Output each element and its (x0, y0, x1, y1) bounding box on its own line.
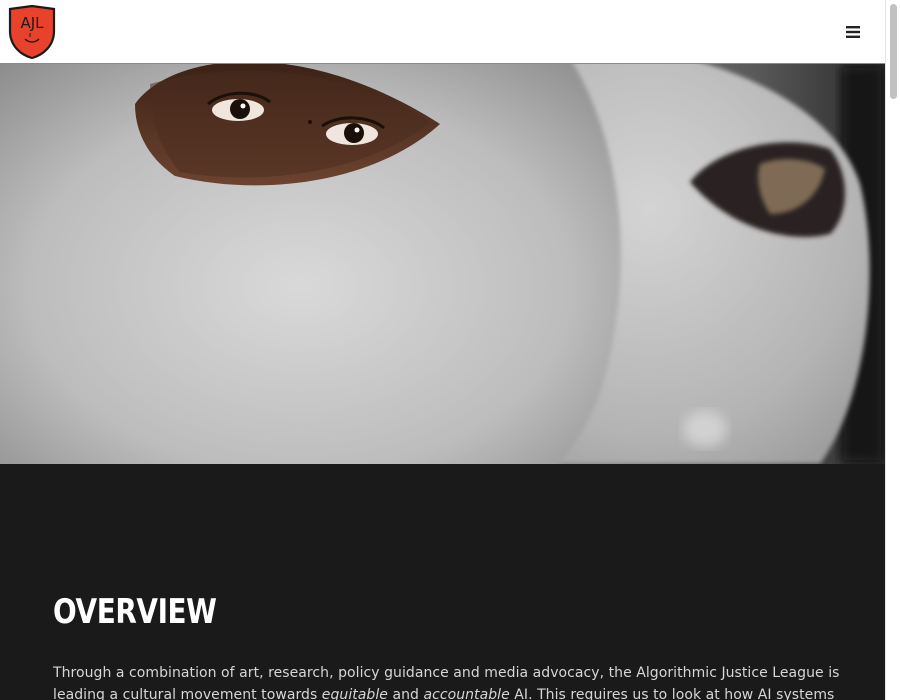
ajl-logo[interactable]: AJL (7, 5, 57, 59)
overview-title: OVERVIEW (53, 592, 217, 632)
accountable-emphasis: accountable (423, 687, 510, 700)
overview-text-part-2: and (387, 687, 424, 700)
site-header: AJL (0, 0, 885, 64)
overview-text: Through a combination of art, research, … (53, 662, 843, 700)
overview-section: OVERVIEW Through a combination of art, r… (0, 464, 885, 700)
equitable-emphasis: equitable (321, 687, 388, 700)
hero-image (0, 64, 885, 464)
viewport: AJL OVERVIEW Through a combination of ar… (0, 0, 885, 700)
mask-photo (0, 64, 885, 464)
logo-text: AJL (20, 14, 44, 32)
hamburger-menu-icon (846, 26, 860, 38)
vertical-scrollbar[interactable] (885, 0, 900, 700)
scrollbar-thumb[interactable] (890, 4, 897, 99)
hamburger-menu-button[interactable] (840, 20, 866, 44)
page: AJL OVERVIEW Through a combination of ar… (0, 0, 900, 700)
